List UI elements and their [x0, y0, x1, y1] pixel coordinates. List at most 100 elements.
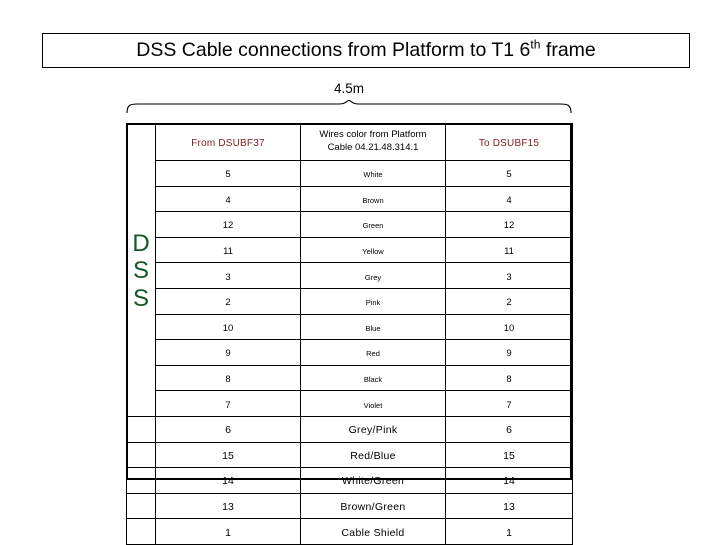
cell-to-pin: 15	[445, 441, 573, 469]
dimension-annotation: 4.5m	[126, 81, 572, 114]
cell-from-pin: 5	[155, 160, 301, 187]
to-pin-value: 2	[506, 297, 512, 309]
dss-side-label-cell: DSS	[126, 123, 156, 417]
cell-wire-color: Grey/Pink	[300, 415, 446, 443]
page-title: DSS Cable connections from Platform to T…	[136, 38, 596, 61]
cell-from-pin: 6	[155, 415, 301, 443]
to-pin-value: 6	[506, 424, 512, 437]
to-pin-value: 4	[506, 194, 512, 206]
cell-wire-color: Brown/Green	[300, 492, 446, 520]
cell-wire-color: Grey	[300, 262, 446, 289]
wire-color-value: Brown	[362, 195, 384, 205]
cell-wire-color: White/Green	[300, 467, 446, 494]
cell-wire-color: Brown	[300, 185, 446, 213]
page-title-tail: frame	[540, 38, 596, 61]
cell-wire-color: Pink	[300, 287, 446, 315]
wire-color-value: Black	[363, 375, 383, 385]
wire-color-value: White	[363, 170, 383, 180]
dss-letter: S	[132, 284, 149, 312]
dss-column-empty-cell	[126, 415, 156, 443]
from-pin-value: 4	[225, 194, 231, 206]
to-pin-value: 14	[503, 475, 515, 488]
wire-color-value: Grey/Pink	[348, 424, 398, 437]
cell-wire-color: Cable Shield	[300, 518, 446, 545]
cell-to-pin: 7	[445, 390, 573, 417]
cell-wire-color: Green	[300, 211, 446, 238]
from-pin-value: 15	[222, 449, 234, 462]
cell-to-pin: 5	[445, 160, 573, 187]
table-row: 5 White 5	[127, 160, 573, 187]
table-row: 2 Pink 2	[127, 287, 573, 315]
table-row: 14 White/Green 14	[126, 467, 573, 494]
from-pin-value: 13	[222, 501, 234, 514]
wire-color-value: Blue	[365, 323, 381, 333]
curly-brace-horizontal-icon	[126, 99, 572, 113]
cell-from-pin: 11	[155, 236, 301, 264]
column-header-from: From DSUBF37	[155, 123, 301, 161]
cell-to-pin: 11	[445, 236, 573, 264]
wire-color-value: Yellow	[362, 247, 384, 257]
wire-color-value: Violet	[363, 400, 383, 410]
to-pin-value: 10	[503, 322, 515, 334]
cell-from-pin: 10	[155, 313, 301, 341]
cell-to-pin: 8	[445, 364, 573, 392]
column-header-to: To DSUBF15	[445, 123, 573, 161]
column-header-wires-color: Wires color from Platform Cable 04.21.48.…	[300, 123, 446, 161]
cell-to-pin: 3	[445, 262, 573, 289]
cell-wire-color: Violet	[300, 390, 446, 417]
from-pin-value: 9	[225, 348, 231, 360]
from-pin-value: 7	[225, 399, 231, 411]
table-row: 12 Green 12	[127, 211, 573, 238]
table-row: 8 Black 8	[127, 364, 573, 392]
table-row: 11 Yellow 11	[127, 236, 573, 264]
cell-from-pin: 7	[155, 390, 301, 417]
dss-column-empty-cell	[126, 467, 156, 494]
dss-letter: D	[132, 229, 150, 257]
table-row: 3 Grey 3	[127, 262, 573, 289]
dss-letter: S	[132, 257, 149, 285]
to-pin-value: 12	[503, 220, 515, 232]
to-pin-value: 8	[506, 374, 512, 386]
cell-to-pin: 9	[445, 339, 573, 366]
table-row: 9 Red 9	[127, 339, 573, 366]
page-title-superscript: th	[530, 37, 541, 52]
wire-color-value: Red	[366, 349, 380, 359]
cell-from-pin: 4	[155, 185, 301, 213]
cell-wire-color: Blue	[300, 313, 446, 341]
to-pin-value: 5	[506, 169, 512, 181]
cell-to-pin: 10	[445, 313, 573, 341]
from-pin-value: 6	[225, 424, 231, 437]
table-row: 15 Red/Blue 15	[126, 441, 573, 469]
to-pin-value: 15	[503, 449, 515, 462]
cell-from-pin: 13	[155, 492, 301, 520]
column-header-wires-line2: Cable 04.21.48.314.1	[327, 142, 419, 153]
to-pin-value: 9	[506, 348, 512, 360]
cell-to-pin: 1	[445, 518, 573, 545]
cell-to-pin: 14	[445, 467, 573, 494]
dimension-label: 4.5m	[333, 81, 364, 96]
cell-wire-color: Red	[300, 339, 446, 366]
cell-wire-color: Yellow	[300, 236, 446, 264]
table-row: 4 Brown 4	[127, 185, 573, 213]
cell-from-pin: 1	[155, 518, 301, 545]
wire-color-value: Cable Shield	[341, 526, 405, 539]
table-row: 10 Blue 10	[127, 313, 573, 341]
cell-from-pin: 9	[155, 339, 301, 366]
wire-color-value: Pink	[365, 298, 381, 308]
to-pin-value: 7	[506, 399, 512, 411]
table-row: 1 Cable Shield 1	[126, 518, 573, 545]
from-pin-value: 3	[225, 271, 231, 283]
cell-to-pin: 12	[445, 211, 573, 238]
from-pin-value: 10	[222, 322, 234, 334]
cell-wire-color: Red/Blue	[300, 441, 446, 469]
wire-color-value: Grey	[364, 272, 382, 282]
from-pin-value: 5	[225, 169, 231, 181]
from-pin-value: 1	[225, 526, 231, 539]
to-pin-value: 1	[506, 526, 512, 539]
cell-from-pin: 12	[155, 211, 301, 238]
dss-column-empty-cell	[126, 441, 156, 469]
from-pin-value: 8	[225, 374, 231, 386]
cell-to-pin: 6	[445, 415, 573, 443]
table-row: 13 Brown/Green 13	[126, 492, 573, 520]
column-header-wires-line1: Wires color from Platform	[319, 129, 427, 141]
